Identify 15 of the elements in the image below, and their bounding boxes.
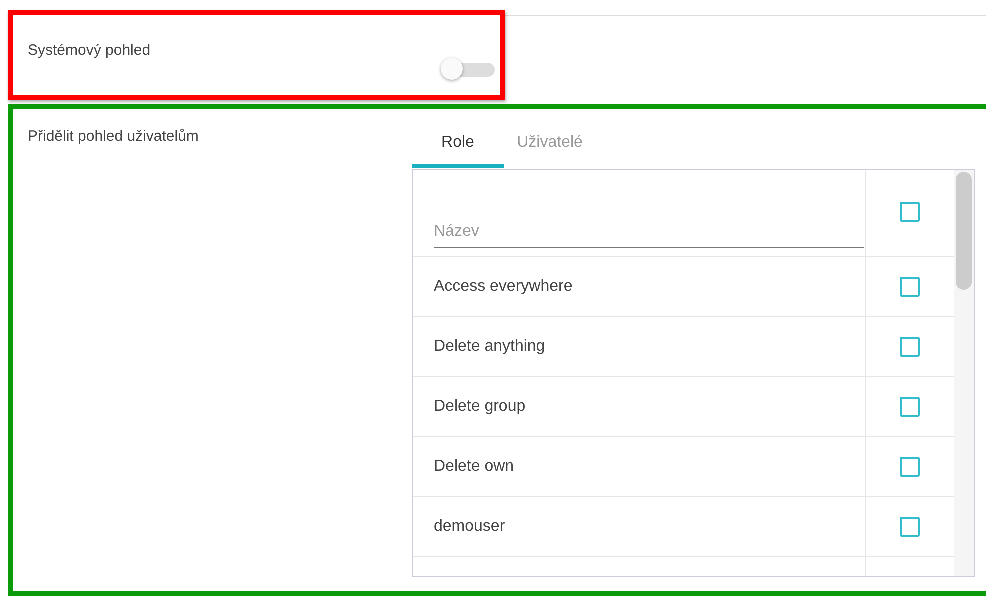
role-checkbox[interactable]: [900, 396, 920, 416]
role-checkbox[interactable]: [900, 456, 920, 476]
role-checkbox[interactable]: [900, 516, 920, 536]
tab[interactable]: Role: [412, 122, 504, 168]
select-all-checkbox[interactable]: [900, 202, 920, 222]
role-checkbox[interactable]: [900, 336, 920, 356]
role-name: Delete group: [434, 398, 526, 416]
assign-view-label: Přidělit pohled uživatelům: [28, 128, 199, 145]
scrollbar-thumb[interactable]: [956, 172, 972, 290]
role-name: Access everywhere: [434, 278, 573, 296]
role-name: demouser: [434, 518, 506, 536]
role-checkbox[interactable]: [900, 276, 920, 296]
role-name: Delete own: [434, 458, 514, 476]
system-view-label: Systémový pohled: [28, 42, 151, 59]
role-name: Delete anything: [434, 338, 546, 356]
